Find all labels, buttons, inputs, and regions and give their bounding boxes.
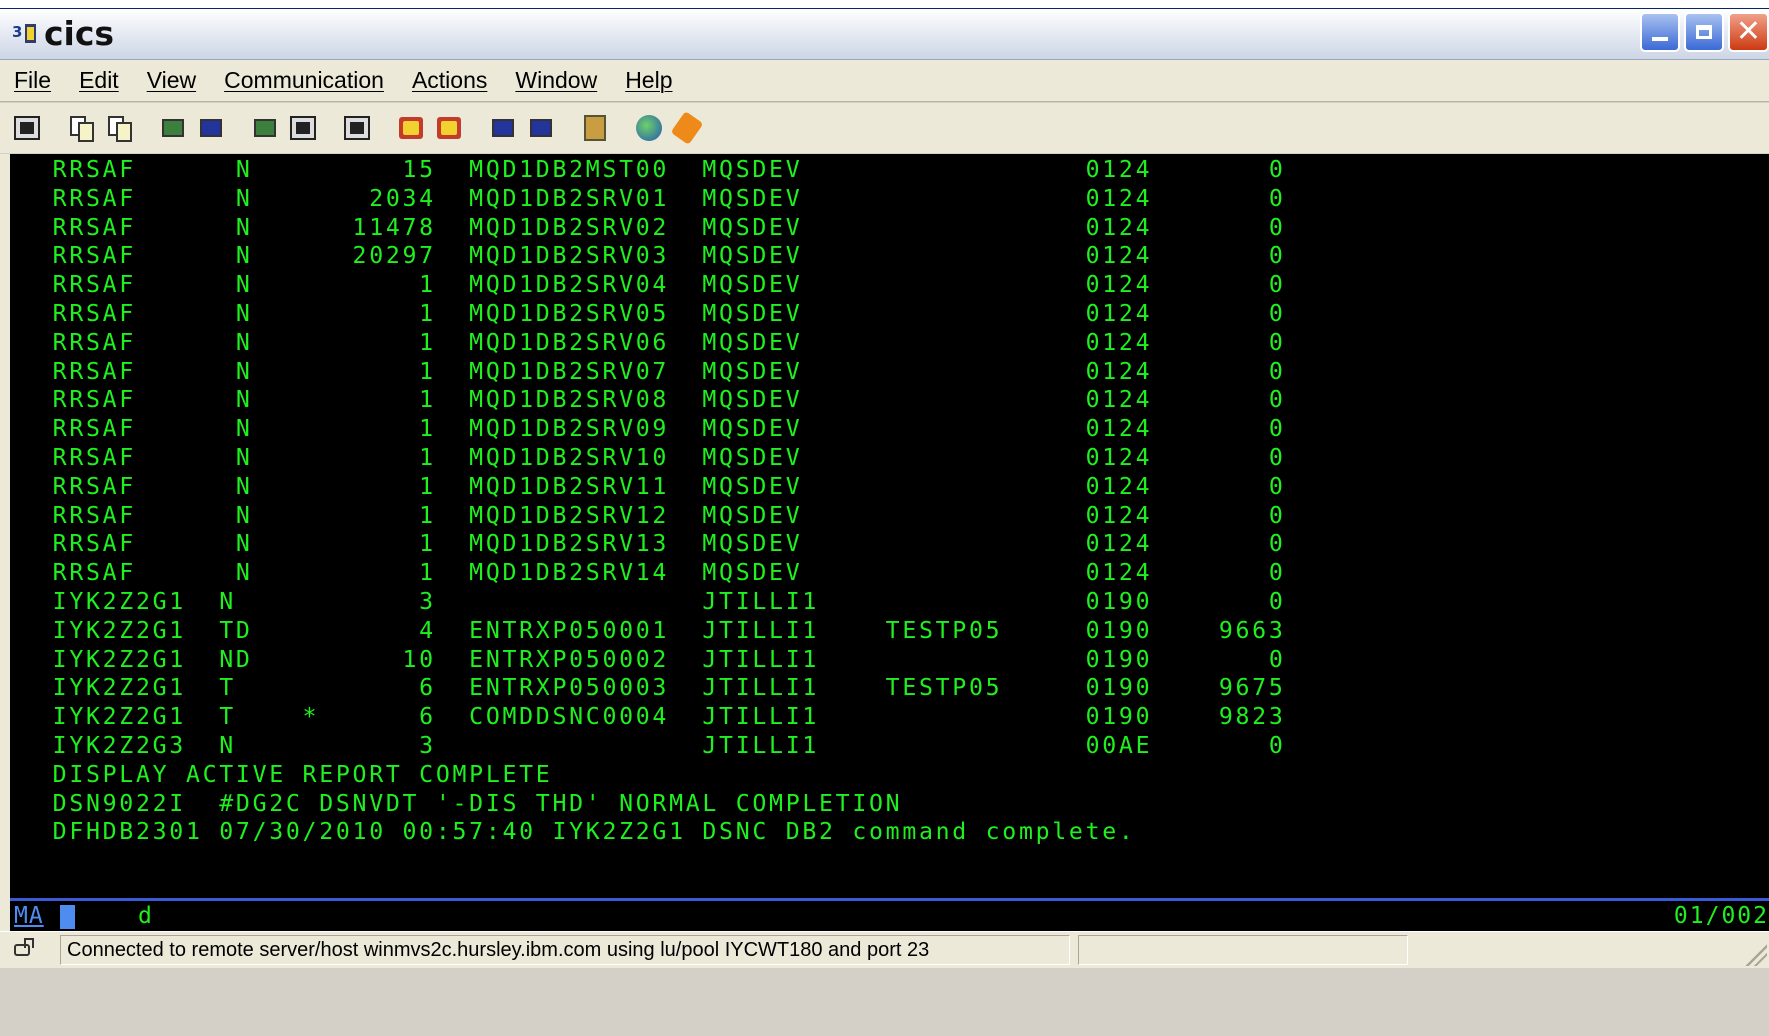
paste-icon[interactable] — [102, 111, 136, 145]
menu-communication[interactable]: Communication — [224, 67, 384, 94]
globe-icon[interactable] — [632, 111, 666, 145]
terminal-row: RRSAF N 1 MQD1DB2SRV08 MQSDEV 0124 0 — [36, 386, 1286, 414]
terminal-row: IYK2Z2G1 ND 10 ENTRXP050002 JTILLI1 0190… — [36, 645, 1286, 673]
terminal-row: RRSAF N 1 MQD1DB2SRV12 MQSDEV 0124 0 — [36, 501, 1286, 529]
terminal-row: RRSAF N 1 MQD1DB2SRV09 MQSDEV 0124 0 — [36, 415, 1286, 443]
terminal-row: RRSAF N 1 MQD1DB2SRV13 MQSDEV 0124 0 — [36, 530, 1286, 558]
menu-edit[interactable]: Edit — [79, 67, 119, 94]
status-bar: Connected to remote server/host winmvs2c… — [0, 931, 1769, 968]
copy-icon[interactable] — [64, 111, 98, 145]
menu-view[interactable]: View — [147, 67, 196, 94]
terminal-row: RRSAF N 1 MQD1DB2SRV04 MQSDEV 0124 0 — [36, 271, 1286, 299]
terminal-row: RRSAF N 20297 MQD1DB2SRV03 MQSDEV 0124 0 — [36, 242, 1286, 270]
emulator-window: 3 cics ✕ File Edit View Communication Ac… — [0, 8, 1769, 1036]
close-icon: ✕ — [1735, 14, 1762, 49]
send-file-icon[interactable] — [156, 111, 190, 145]
menu-actions[interactable]: Actions — [412, 67, 487, 94]
menu-file[interactable]: File — [14, 67, 51, 94]
terminal-screen[interactable]: RRSAF N 15 MQD1DB2MST00 MQSDEV 0124 0 RR… — [0, 154, 1769, 901]
status-pane-empty — [1078, 935, 1408, 965]
menu-bar: File Edit View Communication Actions Win… — [0, 60, 1769, 102]
terminal-row: DSN9022I #DG2C DSNVDT '-DIS THD' NORMAL … — [36, 789, 903, 817]
terminal-row: RRSAF N 1 MQD1DB2SRV10 MQSDEV 0124 0 — [36, 443, 1286, 471]
terminal-row: IYK2Z2G1 T * 6 COMDDSNC0004 JTILLI1 0190… — [36, 703, 1286, 731]
toolbar — [0, 103, 1769, 153]
connection-status: Connected to remote server/host winmvs2c… — [60, 935, 1070, 965]
terminal-row: IYK2Z2G1 N 3 JTILLI1 0190 0 — [36, 587, 1286, 615]
screen-icon-1[interactable] — [248, 111, 282, 145]
terminal-row: IYK2Z2G1 T 6 ENTRXP050003 JTILLI1 TESTP0… — [36, 674, 1286, 702]
resize-grip[interactable] — [1743, 942, 1767, 966]
maximize-button[interactable] — [1684, 12, 1724, 52]
record-macro-icon[interactable] — [394, 111, 428, 145]
indicator-block — [60, 905, 75, 929]
receive-file-icon[interactable] — [194, 111, 228, 145]
terminal-row: IYK2Z2G1 TD 4 ENTRXP050001 JTILLI1 TESTP… — [36, 616, 1286, 644]
keyboard-icon[interactable] — [340, 111, 374, 145]
terminal-row: RRSAF N 15 MQD1DB2MST00 MQSDEV 0124 0 — [36, 156, 1286, 183]
tag-icon[interactable] — [670, 111, 704, 145]
stop-macro-icon[interactable] — [432, 111, 466, 145]
connection-icon — [12, 938, 38, 962]
menu-help[interactable]: Help — [625, 67, 672, 94]
play-macro-icon[interactable] — [486, 111, 520, 145]
operator-info-area: MA d 01/002 — [0, 901, 1769, 931]
terminal-row: RRSAF N 1 MQD1DB2SRV07 MQSDEV 0124 0 — [36, 357, 1286, 385]
maximize-icon — [1696, 25, 1712, 39]
clipboard-icon[interactable] — [578, 111, 612, 145]
terminal-row: RRSAF N 1 MQD1DB2SRV06 MQSDEV 0124 0 — [36, 328, 1286, 356]
terminal-app-icon[interactable]: 3 — [12, 23, 38, 45]
terminal-row: RRSAF N 1 MQD1DB2SRV11 MQSDEV 0124 0 — [36, 472, 1286, 500]
terminal-row: RRSAF N 2034 MQD1DB2SRV01 MQSDEV 0124 0 — [36, 184, 1286, 212]
terminal-row: IYK2Z2G3 N 3 JTILLI1 00AE 0 — [36, 731, 1286, 759]
terminal-row: RRSAF N 1 MQD1DB2SRV14 MQSDEV 0124 0 — [36, 559, 1286, 587]
terminal-row: DISPLAY ACTIVE REPORT COMPLETE — [36, 760, 553, 788]
window-title: cics — [44, 14, 115, 53]
terminal-row: DFHDB2301 07/30/2010 00:57:40 IYK2Z2G1 D… — [36, 818, 1136, 846]
menu-window[interactable]: Window — [515, 67, 597, 94]
input-indicator: d — [138, 903, 152, 929]
cursor-position: 01/002 — [1673, 903, 1769, 929]
terminal-output: RRSAF N 15 MQD1DB2MST00 MQSDEV 0124 0 RR… — [36, 156, 1286, 847]
close-button[interactable]: ✕ — [1728, 12, 1769, 52]
screen-icon-2[interactable] — [286, 111, 320, 145]
terminal-row: RRSAF N 11478 MQD1DB2SRV02 MQSDEV 0124 0 — [36, 213, 1286, 241]
minimize-button[interactable] — [1640, 12, 1680, 52]
macro-list-icon[interactable] — [524, 111, 558, 145]
minimize-icon — [1652, 37, 1668, 41]
title-bar[interactable]: 3 cics ✕ — [0, 9, 1769, 60]
session-indicator: MA — [14, 903, 44, 929]
session-icon[interactable] — [10, 111, 44, 145]
terminal-row: RRSAF N 1 MQD1DB2SRV05 MQSDEV 0124 0 — [36, 299, 1286, 327]
